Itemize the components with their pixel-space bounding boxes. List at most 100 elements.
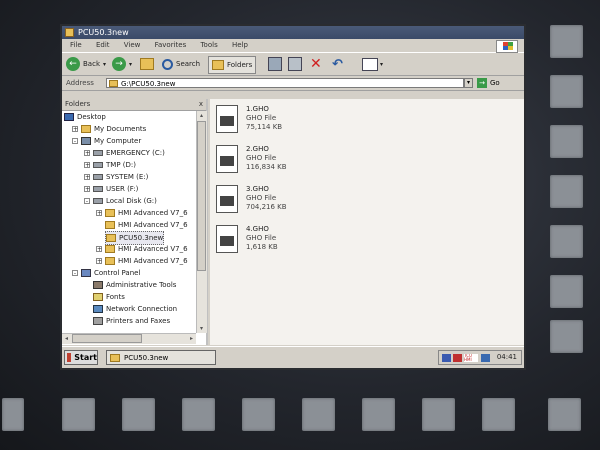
tree-item-label: My Computer — [94, 137, 142, 145]
softkey-bottom-3[interactable] — [182, 398, 215, 431]
tree-item-network-connections[interactable]: Network Connection — [93, 303, 177, 315]
menu-view[interactable]: View — [124, 41, 141, 49]
search-icon — [162, 58, 173, 70]
menu-edit[interactable]: Edit — [96, 41, 110, 49]
move-to-button[interactable] — [268, 56, 282, 72]
tree-item-drive-g[interactable]: - Local Disk (G:) — [84, 195, 157, 207]
start-button[interactable]: Start — [64, 350, 98, 365]
tree-item-control-panel[interactable]: - Control Panel — [72, 267, 140, 279]
softkey-bottom-4[interactable] — [242, 398, 275, 431]
tree-item-my-documents[interactable]: + My Documents — [72, 123, 146, 135]
expand-icon[interactable]: + — [96, 246, 102, 253]
folders-horizontal-scrollbar[interactable]: ◂ ▸ — [62, 333, 196, 344]
file-type: GHO File — [246, 194, 277, 202]
softkey-bottom-1[interactable] — [62, 398, 95, 431]
scroll-left-arrow-icon[interactable]: ◂ — [62, 334, 71, 343]
tree-item-drive-e[interactable]: + SYSTEM (E:) — [84, 171, 148, 183]
expand-icon[interactable]: + — [84, 186, 90, 193]
folder-icon — [105, 245, 115, 253]
tree-item-hmi-4[interactable]: + HMI Advanced V7_6 — [96, 255, 188, 267]
softkey-right-4[interactable] — [550, 175, 583, 208]
scroll-right-arrow-icon[interactable]: ▸ — [187, 334, 196, 343]
tree-item-hmi-1[interactable]: + HMI Advanced V7_6 — [96, 207, 188, 219]
taskbar-window-button[interactable]: PCU50.3new — [106, 350, 216, 365]
expand-icon[interactable]: + — [72, 126, 78, 133]
hmi-screen: PCU50.3new File Edit View Favorites Tool… — [60, 24, 526, 370]
folder-icon — [109, 80, 118, 87]
folders-label: Folders — [227, 61, 253, 69]
softkey-bottom-5[interactable] — [302, 398, 335, 431]
security-tray-icon[interactable] — [453, 354, 462, 362]
file-name: 3.GHO — [246, 185, 269, 193]
scroll-thumb[interactable] — [197, 121, 206, 271]
address-dropdown-icon[interactable]: ▾ — [464, 78, 473, 88]
go-button[interactable]: → Go — [477, 77, 500, 89]
tree-item-hmi-3[interactable]: + HMI Advanced V7_6 — [96, 243, 188, 255]
folders-pane-title: Folders — [65, 100, 91, 108]
folders-button[interactable]: Folders — [208, 56, 257, 74]
folder-icon — [110, 353, 120, 362]
menu-favorites[interactable]: Favorites — [155, 41, 187, 49]
scroll-thumb[interactable] — [72, 334, 142, 343]
tcu-hmi-tray-icon[interactable]: TCU HMI — [464, 354, 478, 362]
softkey-bottom-7[interactable] — [422, 398, 455, 431]
expand-icon[interactable]: + — [96, 210, 102, 217]
softkey-right-6[interactable] — [550, 275, 583, 308]
undo-button[interactable]: ↶ — [332, 56, 343, 72]
delete-button[interactable]: ✕ — [310, 56, 322, 72]
softkey-right-2[interactable] — [550, 75, 583, 108]
file-type: GHO File — [246, 154, 277, 162]
tree-item-printers-and-faxes[interactable]: Printers and Faxes — [93, 315, 170, 327]
tree-item-label: HMI Advanced V7_6 — [118, 221, 188, 229]
back-button[interactable]: ← Back ▾ — [66, 56, 106, 72]
move-to-icon — [268, 57, 282, 71]
tree-item-label: Desktop — [77, 113, 106, 121]
expand-icon[interactable]: + — [84, 150, 90, 157]
address-input[interactable]: G:\PCU50.3new — [106, 78, 464, 88]
display-tray-icon[interactable] — [481, 354, 490, 362]
clock[interactable]: 04:41 — [497, 353, 517, 361]
tree-item-my-computer[interactable]: - My Computer — [72, 135, 141, 147]
folders-vertical-scrollbar[interactable]: ▴ ▾ — [196, 111, 207, 333]
folders-pane-close-button[interactable]: x — [199, 99, 203, 110]
softkey-bottom-8[interactable] — [482, 398, 515, 431]
softkey-right-1[interactable] — [550, 25, 583, 58]
tree-item-drive-c[interactable]: + EMERGENCY (C:) — [84, 147, 165, 159]
network-tray-icon[interactable] — [442, 354, 451, 362]
copy-to-button[interactable] — [288, 56, 302, 72]
softkey-right-5[interactable] — [550, 225, 583, 258]
menu-help[interactable]: Help — [232, 41, 248, 49]
file-item[interactable]: 4.GHO GHO File 1,618 KB — [216, 225, 356, 261]
taskbar: Start PCU50.3new TCU HMI 04:41 — [62, 346, 524, 368]
softkey-bottom-2[interactable] — [122, 398, 155, 431]
views-button[interactable]: ▾ — [362, 56, 383, 72]
up-folder-button[interactable] — [140, 56, 154, 72]
tree-item-fonts[interactable]: Fonts — [93, 291, 125, 303]
expand-icon[interactable]: + — [96, 258, 102, 265]
collapse-icon[interactable]: - — [72, 270, 78, 277]
scroll-down-arrow-icon[interactable]: ▾ — [197, 324, 206, 333]
scroll-up-arrow-icon[interactable]: ▴ — [197, 111, 206, 120]
expand-icon[interactable]: + — [84, 162, 90, 169]
tree-item-hmi-2[interactable]: HMI Advanced V7_6 — [105, 219, 188, 231]
file-item[interactable]: 2.GHO GHO File 116,834 KB — [216, 145, 356, 181]
search-label: Search — [176, 60, 201, 68]
menu-tools[interactable]: Tools — [200, 41, 217, 49]
softkey-bottom-6[interactable] — [362, 398, 395, 431]
search-button[interactable]: Search — [162, 56, 200, 72]
tree-item-drive-f[interactable]: + USER (F:) — [84, 183, 138, 195]
softkey-right-7[interactable] — [550, 320, 583, 353]
forward-button[interactable]: → ▾ — [112, 56, 132, 72]
softkey-right-3[interactable] — [550, 125, 583, 158]
file-item[interactable]: 3.GHO GHO File 704,216 KB — [216, 185, 356, 221]
tree-item-desktop[interactable]: Desktop — [64, 111, 106, 123]
expand-icon[interactable]: + — [84, 174, 90, 181]
menu-file[interactable]: File — [70, 41, 82, 49]
softkey-bottom-left[interactable] — [2, 398, 24, 431]
collapse-icon[interactable]: - — [72, 138, 78, 145]
softkey-bottom-9[interactable] — [548, 398, 581, 431]
tree-item-drive-d[interactable]: + TMP (D:) — [84, 159, 136, 171]
collapse-icon[interactable]: - — [84, 198, 90, 205]
file-item[interactable]: 1.GHO GHO File 75,114 KB — [216, 105, 356, 141]
tree-item-administrative-tools[interactable]: Administrative Tools — [93, 279, 176, 291]
